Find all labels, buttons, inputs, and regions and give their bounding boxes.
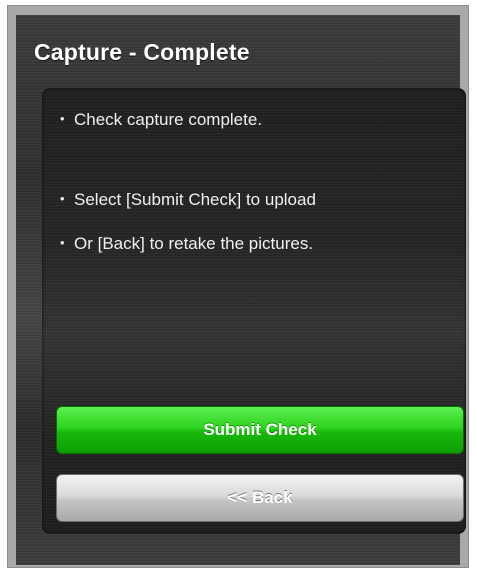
instruction-text-3: Or [Back] to retake the pictures.	[74, 234, 314, 253]
back-label: << Back	[227, 488, 293, 507]
instruction-line-3: • Or [Back] to retake the pictures.	[60, 234, 313, 254]
device-frame: Capture - Complete • Check capture comple…	[7, 5, 469, 568]
instruction-line-2: • Select [Submit Check] to upload	[60, 190, 316, 210]
submit-check-button[interactable]: Submit Check	[56, 406, 464, 454]
back-button[interactable]: << Back	[56, 474, 464, 522]
instruction-text-1: Check capture complete.	[74, 110, 263, 129]
submit-check-label: Submit Check	[203, 420, 317, 439]
instructions-panel: • Check capture complete. • Select [Submit…	[42, 88, 466, 534]
page-title: Capture - Complete	[34, 39, 250, 65]
bullet-icon: •	[60, 235, 65, 250]
capture-complete-screen: Capture - Complete • Check capture comple…	[16, 15, 466, 565]
instruction-line-1: • Check capture complete.	[60, 110, 262, 130]
bullet-icon: •	[60, 191, 65, 206]
instruction-text-2: Select [Submit Check] to upload	[74, 190, 316, 209]
bullet-icon: •	[60, 111, 65, 126]
